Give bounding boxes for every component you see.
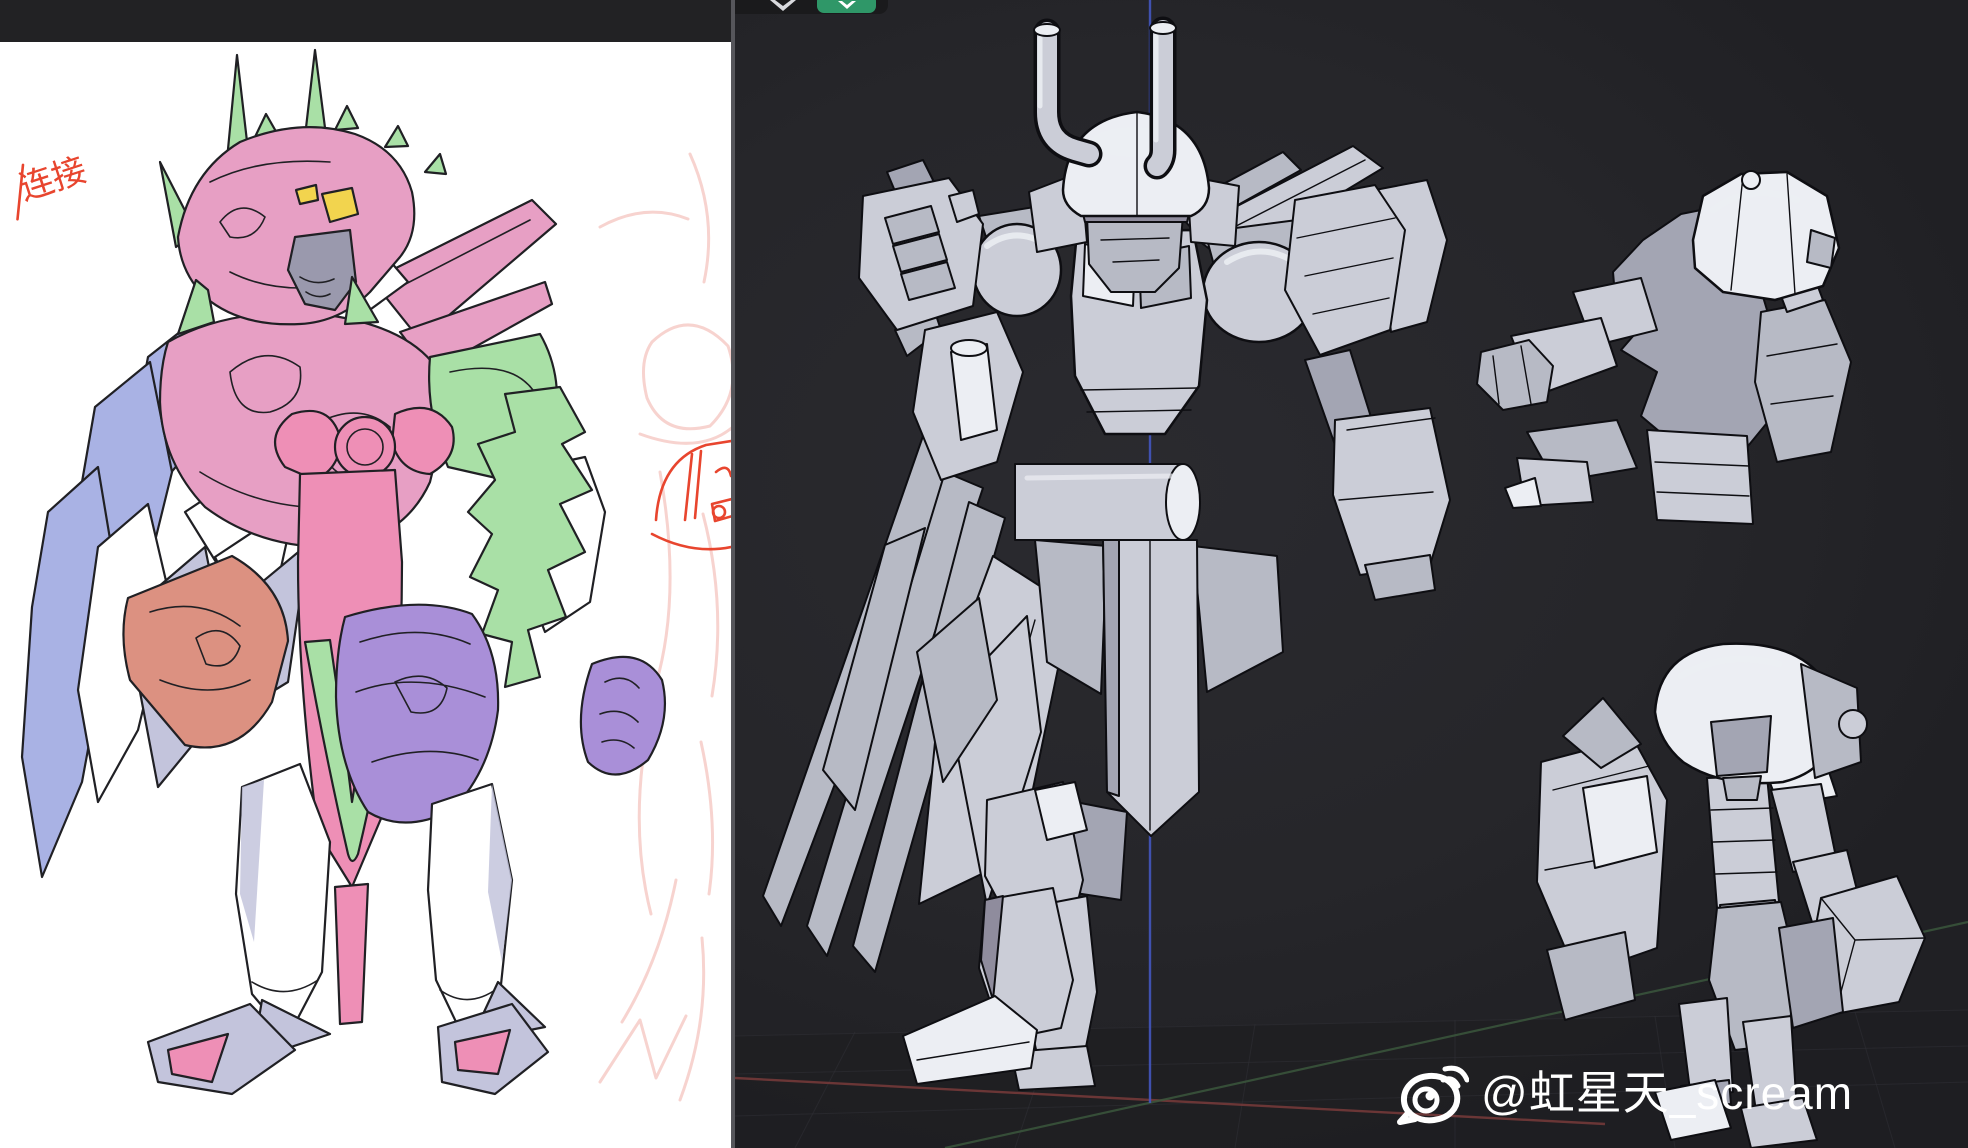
sketch-panel[interactable]: 连接 <box>0 0 731 1148</box>
mecha-character-sketch <box>22 50 665 1094</box>
viewport-canvas[interactable] <box>735 0 1968 1148</box>
viewport-gizmo-button[interactable] <box>768 0 798 13</box>
screenshot-stage: 连接 <box>0 0 1968 1148</box>
export-button[interactable] <box>817 0 876 13</box>
cube-chevron-icon <box>770 0 796 11</box>
download-icon <box>836 1 858 11</box>
sketch-annotation-group: 连接 <box>2 147 94 219</box>
model-mech-front[interactable] <box>763 22 1450 1090</box>
watermark: @虹星天_scream <box>1395 1064 1853 1126</box>
weibo-logo <box>1395 1064 1469 1126</box>
watermark-text: @虹星天_scream <box>1481 1070 1853 1120</box>
viewport-toolbar <box>735 0 888 14</box>
sketch-app-header <box>0 0 731 42</box>
rough-sketch-faint <box>600 154 731 1100</box>
viewport-panel[interactable]: @虹星天_scream <box>735 0 1968 1148</box>
sketch-annotation: 连接 <box>15 151 91 208</box>
model-mech-back-crouched[interactable] <box>1477 171 1851 524</box>
concept-sketch-canvas[interactable]: 连接 <box>0 42 731 1148</box>
